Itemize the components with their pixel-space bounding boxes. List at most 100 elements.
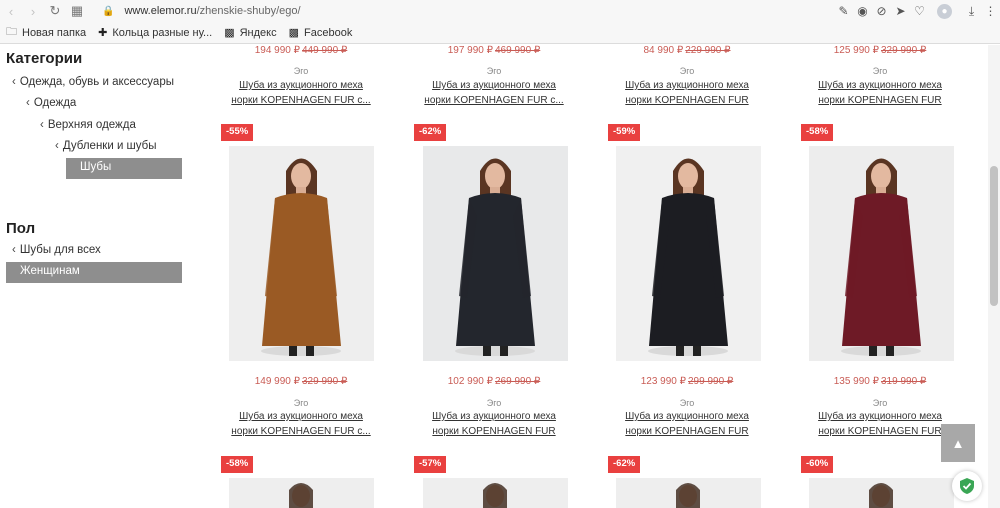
product-title-line: норки KOPENHAGEN FUR <box>432 426 556 437</box>
product-title-line: норки KOPENHAGEN FUR <box>818 95 942 106</box>
price: 84 990 ₽229 990 ₽ <box>607 45 767 56</box>
edit-icon[interactable]: ✎ <box>834 0 853 22</box>
product-image[interactable] <box>423 478 568 508</box>
category-link[interactable]: ‹ Одежда, обувь и аксессуары <box>12 76 174 88</box>
gender-title: Пол <box>6 220 36 237</box>
brand-name: Эго <box>872 398 888 408</box>
chevron-up-icon: ▲ <box>951 435 965 451</box>
scrollbar-thumb[interactable] <box>990 166 998 306</box>
address-bar[interactable]: 🔒 www.elemor.ru/zhenskie-shuby/ego/ <box>102 5 301 17</box>
product-title[interactable]: Шуба из аукционного меха норки KOPENHAGEN… <box>414 78 574 108</box>
page-scrollbar[interactable] <box>988 45 1000 508</box>
bookmark-label: Facebook <box>304 26 353 39</box>
price: 123 990 ₽299 990 ₽ <box>607 376 767 387</box>
chevron-left-icon: ‹ <box>12 244 16 256</box>
brand-name: Эго <box>293 398 309 408</box>
product-image[interactable] <box>616 146 761 361</box>
product-title-line: норки KOPENHAGEN FUR с... <box>231 426 371 437</box>
discount-badge: -60% <box>801 456 834 473</box>
brand-name: Эго <box>486 66 502 76</box>
product-image-preview <box>423 478 568 508</box>
back-icon[interactable]: ‹ <box>0 0 22 22</box>
url-host: www.elemor.ru <box>124 5 197 17</box>
old-price: 299 990 ₽ <box>688 376 734 387</box>
old-price: 329 990 ₽ <box>881 45 927 56</box>
discount-badge: -58% <box>801 124 834 141</box>
product-title[interactable]: Шуба из аукционного меха норки KOPENHAGEN… <box>221 409 381 439</box>
bookmark-rings[interactable]: ✚ Кольца разные ну... <box>92 22 218 44</box>
price: 197 990 ₽469 990 ₽ <box>414 45 574 56</box>
product-title-line: Шуба из аукционного меха <box>625 80 749 91</box>
price: 135 990 ₽319 990 ₽ <box>800 376 960 387</box>
camera-icon[interactable]: ◉ <box>853 0 872 22</box>
bookmark-facebook[interactable]: ▩ Facebook <box>283 22 359 44</box>
chevron-left-icon: ‹ <box>55 140 59 152</box>
bookmark-new-folder[interactable]: 🗀 Новая папка <box>0 22 92 44</box>
product-image[interactable] <box>809 478 954 508</box>
active-gender[interactable]: Женщинам <box>6 262 182 283</box>
browser-toolbar: ‹ › ↻ ▦ 🔒 www.elemor.ru/zhenskie-shuby/e… <box>0 0 1000 22</box>
bookmark-yandex[interactable]: ▩ Яндекс <box>218 22 282 44</box>
discount-badge: -57% <box>414 456 447 473</box>
product-image[interactable] <box>229 478 374 508</box>
bookmark-label: Яндекс <box>239 26 277 39</box>
product-title-line: норки KOPENHAGEN FUR с... <box>231 95 371 106</box>
folder-icon: 🗀 <box>6 26 17 38</box>
product-title[interactable]: Шуба из аукционного меха норки KOPENHAGEN… <box>414 409 574 439</box>
current-price: 102 990 ₽ <box>447 376 493 387</box>
send-icon[interactable]: ➤ <box>891 0 910 22</box>
product-title-line: норки KOPENHAGEN FUR <box>818 426 942 437</box>
product-title[interactable]: Шуба из аукционного меха норки KOPENHAGEN… <box>607 78 767 108</box>
product-image[interactable] <box>809 146 954 361</box>
product-title[interactable]: Шуба из аукционного меха норки KOPENHAGEN… <box>607 409 767 439</box>
category-link[interactable]: ‹ Одежда <box>26 97 76 109</box>
category-link[interactable]: ‹ Верхняя одежда <box>40 119 136 131</box>
heart-icon[interactable]: ♡ <box>910 0 929 22</box>
chevron-left-icon: ‹ <box>40 119 44 131</box>
old-price: 269 990 ₽ <box>495 376 541 387</box>
product-title-line: Шуба из аукционного меха <box>818 80 942 91</box>
profile-avatar[interactable]: ● <box>937 3 952 19</box>
page-content: Категории ‹ Одежда, обувь и аксессуары ‹ О… <box>0 45 988 508</box>
block-icon[interactable]: ⊘ <box>872 0 891 22</box>
old-price: 319 990 ₽ <box>881 376 927 387</box>
category-link[interactable]: ‹ Дубленки и шубы <box>55 140 157 152</box>
old-price: 469 990 ₽ <box>495 45 541 56</box>
price: 102 990 ₽269 990 ₽ <box>414 376 574 387</box>
grid-icon[interactable]: ▦ <box>66 0 88 22</box>
brand-name: Эго <box>872 66 888 76</box>
download-icon[interactable]: ⤓ <box>962 0 981 22</box>
shield-check-icon <box>960 478 974 494</box>
current-price: 149 990 ₽ <box>254 376 300 387</box>
scroll-to-top-button[interactable]: ▲ <box>941 424 975 462</box>
product-image[interactable] <box>423 146 568 361</box>
current-price: 135 990 ₽ <box>833 376 879 387</box>
forward-icon[interactable]: › <box>22 0 44 22</box>
brand-name: Эго <box>679 66 695 76</box>
product-title[interactable]: Шуба из аукционного меха норки KOPENHAGEN… <box>800 78 960 108</box>
discount-badge: -59% <box>608 124 641 141</box>
product-image[interactable] <box>616 478 761 508</box>
gender-parent-link[interactable]: ‹ Шубы для всех <box>12 244 101 256</box>
product-image-preview <box>809 478 954 508</box>
toolbar-actions: ✎ ◉ ⊘ ➤ ♡ ● ⤓ ⋮ <box>834 0 1000 22</box>
menu-icon[interactable]: ⋮ <box>981 0 1000 22</box>
url-path: /zhenskie-shuby/ego/ <box>196 5 301 17</box>
product-title-line: норки KOPENHAGEN FUR <box>625 95 749 106</box>
product-title[interactable]: Шуба из аукционного меха норки KOPENHAGEN… <box>221 78 381 108</box>
active-category[interactable]: Шубы <box>66 158 182 179</box>
product-title-line: Шуба из аукционного меха <box>432 411 556 422</box>
bookmark-label: Кольца разные ну... <box>112 26 213 39</box>
product-title[interactable]: Шуба из аукционного меха норки KOPENHAGEN… <box>800 409 960 439</box>
product-title-line: Шуба из аукционного меха <box>818 411 942 422</box>
bookmark-label: Новая папка <box>22 26 87 39</box>
reload-icon[interactable]: ↻ <box>44 0 66 22</box>
old-price: 449 990 ₽ <box>302 45 348 56</box>
product-title-line: норки KOPENHAGEN FUR <box>625 426 749 437</box>
price: 194 990 ₽449 990 ₽ <box>221 45 381 56</box>
product-image[interactable] <box>229 146 374 361</box>
price: 125 990 ₽329 990 ₽ <box>800 45 960 56</box>
security-shield-button[interactable] <box>952 471 982 501</box>
brand-name: Эго <box>679 398 695 408</box>
chevron-left-icon: ‹ <box>12 76 16 88</box>
